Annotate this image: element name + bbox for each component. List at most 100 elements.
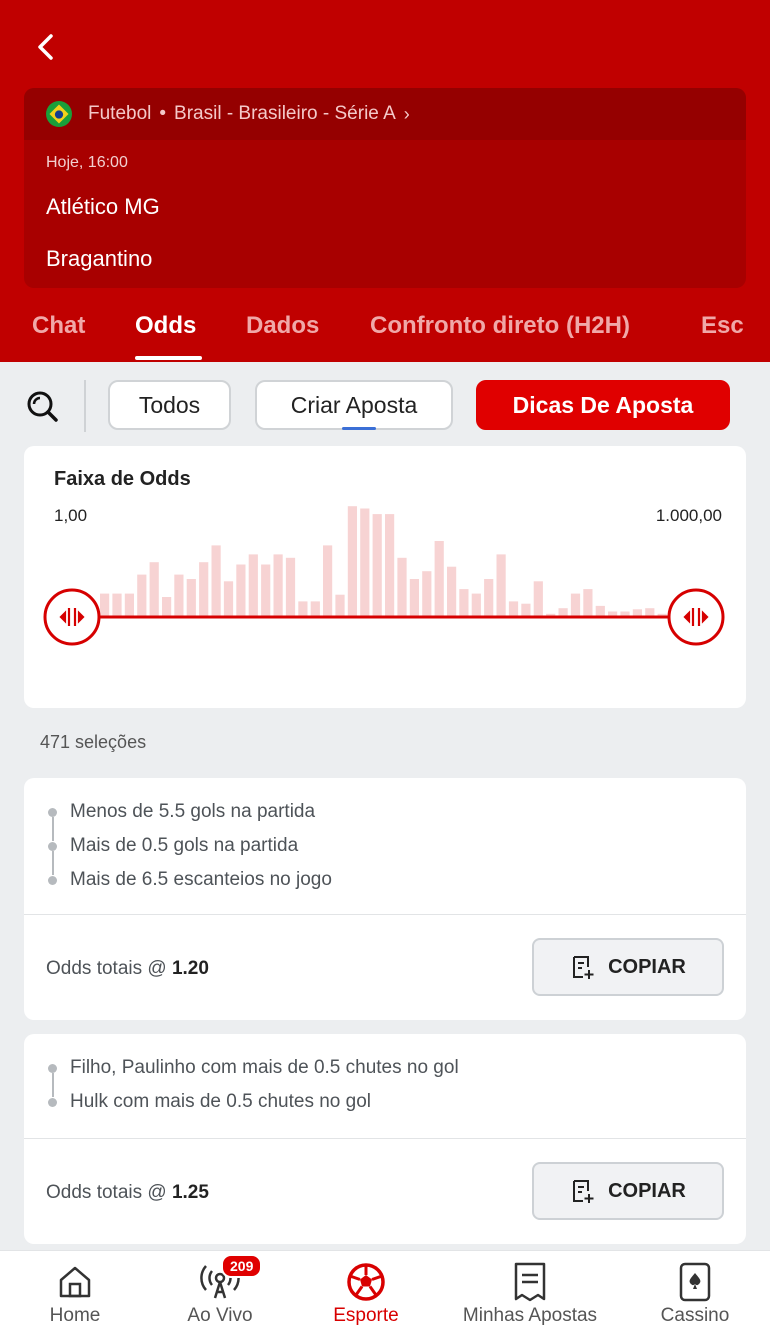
back-button[interactable]	[30, 30, 60, 64]
histogram-bar	[385, 514, 395, 616]
tab-dados[interactable]: Dados	[246, 312, 319, 340]
bet-leg-text: Menos de 5.5 gols na partida	[70, 801, 316, 822]
histogram-bar	[186, 579, 196, 616]
playing-card-icon	[679, 1262, 711, 1302]
histogram-bar	[533, 581, 543, 616]
leg-dot-icon	[48, 1064, 57, 1073]
nav-esporte[interactable]: Esporte	[320, 1251, 412, 1332]
selections-count: 471 seleções	[40, 732, 147, 752]
nav-label: Ao Vivo	[187, 1305, 253, 1326]
bet-leg-text: Mais de 0.5 gols na partida	[70, 835, 299, 856]
league-label: Brasil - Brasileiro - Série A	[174, 103, 396, 124]
histogram-bar	[100, 593, 110, 616]
filter-dicas-de-aposta-button[interactable]: Dicas De Aposta	[476, 380, 730, 430]
leg-dot-icon	[48, 876, 57, 885]
soccer-ball-icon	[347, 1263, 385, 1301]
nav-label: Minhas Apostas	[462, 1305, 598, 1326]
search-icon	[27, 391, 58, 422]
bet-leg-text: Filho, Paulinho com mais de 0.5 chutes n…	[70, 1057, 459, 1078]
bet-legs-list: Filho, Paulinho com mais de 0.5 chutes n…	[48, 1054, 459, 1122]
odds-range-slider[interactable]	[24, 446, 746, 708]
histogram-bar	[137, 574, 147, 616]
histogram-bar	[471, 593, 481, 616]
nav-minhas-apostas[interactable]: Minhas Apostas	[450, 1251, 610, 1332]
copy-button-label: COPIAR	[608, 955, 686, 978]
league-breadcrumb[interactable]: Futebol • Brasil - Brasileiro - Série A …	[24, 88, 746, 140]
bet-card: Filho, Paulinho com mais de 0.5 chutes n…	[24, 1034, 746, 1244]
histogram-bar	[347, 506, 357, 616]
histogram-bar	[149, 562, 159, 616]
away-team: Bragantino	[46, 246, 153, 271]
separator-dot: •	[159, 103, 167, 124]
filter-todos-button[interactable]: Todos	[108, 380, 231, 430]
histogram-bar	[298, 601, 308, 616]
histogram-bar	[608, 611, 618, 616]
nav-label: Cassino	[660, 1305, 730, 1326]
histogram-bar	[484, 579, 494, 616]
histogram-bar	[521, 603, 531, 616]
bet-leg-text: Mais de 6.5 escanteios no jogo	[70, 869, 332, 890]
chevron-left-icon	[38, 34, 53, 60]
tab-h2h[interactable]: Confronto direto (H2H)	[370, 312, 630, 340]
total-odds-value: 1.20	[171, 958, 209, 979]
histogram-bar	[124, 593, 134, 616]
sport-label: Futebol	[88, 103, 152, 124]
histogram-bar	[223, 581, 234, 616]
copy-bet-button[interactable]: COPIAR	[532, 1162, 724, 1220]
histogram-bar	[447, 566, 457, 616]
copy-bet-slip-icon	[573, 956, 594, 979]
bet-leg-text: Hulk com mais de 0.5 chutes no gol	[70, 1091, 371, 1112]
histogram-bar	[273, 554, 283, 616]
bet-leg: Filho, Paulinho com mais de 0.5 chutes n…	[48, 1054, 459, 1097]
histogram-bar	[459, 589, 469, 616]
nav-ao-vivo[interactable]: 209 Ao Vivo	[175, 1251, 265, 1332]
live-count-badge: 209	[221, 1254, 263, 1278]
histogram-bar	[595, 605, 605, 616]
slider-max-handle[interactable]	[667, 588, 725, 646]
bet-card: Menos de 5.5 gols na partida Mais de 0.5…	[24, 778, 746, 1020]
chevron-right-icon: ›	[403, 103, 410, 124]
copy-button-label: COPIAR	[608, 1179, 686, 1202]
histogram-bar	[335, 594, 345, 616]
bet-card-divider	[24, 914, 746, 915]
histogram-bar	[632, 609, 642, 616]
tab-odds[interactable]: Odds	[135, 312, 196, 340]
match-tabs: Chat Odds Dados Confronto direto (H2H) E…	[0, 300, 770, 362]
histogram-bar	[199, 562, 209, 616]
filter-bar: Todos Criar Aposta Dicas De Aposta	[0, 378, 770, 434]
histogram-bar	[360, 508, 370, 616]
total-odds-label: Odds totais @	[46, 958, 167, 979]
histogram-bar	[409, 579, 419, 616]
tab-chat[interactable]: Chat	[32, 312, 85, 340]
total-odds: Odds totais @ 1.20	[46, 958, 209, 980]
histogram-bar	[211, 545, 221, 616]
nav-label: Home	[49, 1305, 101, 1326]
filter-criar-aposta-button[interactable]: Criar Aposta	[255, 380, 453, 430]
match-info-card[interactable]: Futebol • Brasil - Brasileiro - Série A …	[24, 88, 746, 288]
bet-leg: Mais de 6.5 escanteios no jogo	[48, 866, 332, 900]
slider-min-handle[interactable]	[43, 588, 101, 646]
bet-leg: Menos de 5.5 gols na partida	[48, 798, 332, 841]
histogram-bar	[570, 593, 581, 616]
histogram-bar	[434, 541, 444, 616]
histogram-bar	[285, 557, 296, 616]
bet-leg: Mais de 0.5 gols na partida	[48, 832, 332, 875]
tab-esc[interactable]: Esc	[701, 312, 744, 340]
histogram-bar	[620, 611, 630, 616]
search-button[interactable]	[22, 386, 62, 426]
histogram-bar	[174, 574, 184, 616]
copy-bet-button[interactable]: COPIAR	[532, 938, 724, 996]
histogram-bar	[372, 514, 382, 616]
total-odds-label: Odds totais @	[46, 1182, 167, 1203]
bet-slip-icon	[514, 1262, 546, 1302]
histogram-bar	[261, 564, 271, 616]
histogram-bar	[583, 589, 593, 616]
nav-label: Esporte	[333, 1305, 399, 1326]
nav-cassino[interactable]: Cassino	[650, 1251, 740, 1332]
total-odds-value: 1.25	[171, 1182, 209, 1203]
bet-legs-list: Menos de 5.5 gols na partida Mais de 0.5…	[48, 798, 332, 900]
histogram-bar	[162, 597, 172, 616]
copy-bet-slip-icon	[573, 1180, 594, 1203]
odds-range-card: Faixa de Odds 1,00 1.000,00	[24, 446, 746, 708]
nav-home[interactable]: Home	[30, 1251, 120, 1332]
